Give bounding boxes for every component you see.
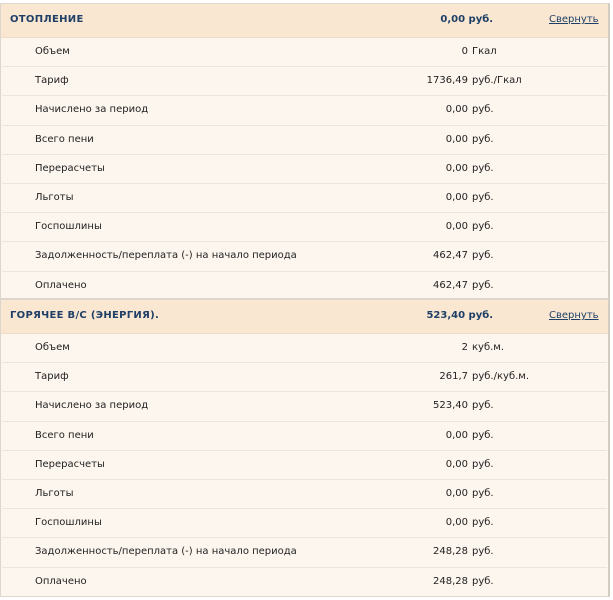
row-unit: Гкал <box>472 46 497 57</box>
detail-row-volume: Объем 2 куб.м. <box>2 334 607 364</box>
section-header: ГОРЯЧЕЕ В/С (ЭНЕРГИЯ). 523,40 руб. Сверн… <box>1 300 608 334</box>
row-label: Начислено за период <box>35 104 149 116</box>
row-unit: руб. <box>472 429 494 441</box>
row-value: 0,00 <box>445 487 468 499</box>
detail-row-benefits: Льготы 0,00 руб. <box>2 184 607 214</box>
detail-row-recalculations: Перерасчеты 0,00 руб. <box>2 451 607 480</box>
service-section-hot-water: ГОРЯЧЕЕ В/С (ЭНЕРГИЯ). 523,40 руб. Сверн… <box>0 299 610 597</box>
collapse-link[interactable]: Свернуть <box>549 310 599 321</box>
service-section-heating: ОТОПЛЕНИЕ 0,00 руб. Свернуть Объем 0 Гка… <box>0 3 610 299</box>
row-value: 261,7 <box>439 371 468 383</box>
section-title: ГОРЯЧЕЕ В/С (ЭНЕРГИЯ). <box>10 310 160 321</box>
row-value: 462,47 <box>433 279 468 291</box>
detail-row-paid: Оплачено 462,47 руб. <box>2 272 607 300</box>
row-unit: руб. <box>472 546 494 558</box>
row-unit: руб. <box>472 279 494 291</box>
row-label: Госпошлины <box>35 221 102 233</box>
detail-rows: Объем 2 куб.м. Тариф 261,7 руб./куб.м. Н… <box>1 334 608 596</box>
row-value: 0,00 <box>445 162 468 174</box>
row-unit: руб. <box>472 575 494 587</box>
row-label: Задолженность/переплата (-) на начало пе… <box>35 250 297 262</box>
row-label: Тариф <box>35 75 69 87</box>
row-unit: руб. <box>472 191 494 203</box>
detail-row-recalculations: Перерасчеты 0,00 руб. <box>2 155 607 184</box>
row-value: 0 <box>461 46 468 57</box>
row-unit: руб. <box>472 250 494 262</box>
row-unit: руб. <box>472 487 494 499</box>
section-header: ОТОПЛЕНИЕ 0,00 руб. Свернуть <box>1 4 608 38</box>
row-value: 2 <box>461 342 468 353</box>
row-label: Перерасчеты <box>35 162 105 174</box>
row-label: Начислено за период <box>35 400 149 412</box>
row-label: Оплачено <box>35 279 87 291</box>
row-value: 248,28 <box>433 575 468 587</box>
row-value: 0,00 <box>445 517 468 529</box>
row-value: 1736,49 <box>426 75 468 87</box>
row-unit: руб. <box>472 458 494 470</box>
section-total: 0,00 руб. <box>440 14 493 25</box>
row-label: Госпошлины <box>35 517 102 529</box>
section-total: 523,40 руб. <box>426 310 493 321</box>
row-label: Оплачено <box>35 575 87 587</box>
row-unit: руб. <box>472 517 494 529</box>
row-label: Объем <box>35 46 70 57</box>
row-value: 462,47 <box>433 250 468 262</box>
row-value: 0,00 <box>445 133 468 145</box>
row-unit: руб./куб.м. <box>472 371 530 383</box>
detail-rows: Объем 0 Гкал Тариф 1736,49 руб./Гкал Нач… <box>1 38 608 300</box>
detail-row-opening-balance: Задолженность/переплата (-) на начало пе… <box>2 242 607 272</box>
detail-row-fees: Госпошлины 0,00 руб. <box>2 509 607 539</box>
row-unit: руб. <box>472 400 494 412</box>
detail-row-fees: Госпошлины 0,00 руб. <box>2 213 607 243</box>
row-label: Перерасчеты <box>35 458 105 470</box>
detail-row-paid: Оплачено 248,28 руб. <box>2 568 607 596</box>
row-unit: руб./Гкал <box>472 75 522 87</box>
detail-row-penalties: Всего пени 0,00 руб. <box>2 126 607 155</box>
row-value: 0,00 <box>445 458 468 470</box>
row-label: Всего пени <box>35 429 94 441</box>
detail-row-penalties: Всего пени 0,00 руб. <box>2 422 607 451</box>
row-value: 523,40 <box>433 400 468 412</box>
row-unit: куб.м. <box>472 342 505 353</box>
row-label: Льготы <box>35 487 74 499</box>
row-unit: руб. <box>472 133 494 145</box>
row-label: Льготы <box>35 191 74 203</box>
collapse-link[interactable]: Свернуть <box>549 14 599 25</box>
detail-row-tariff: Тариф 1736,49 руб./Гкал <box>2 67 607 97</box>
row-unit: руб. <box>472 162 494 174</box>
row-value: 0,00 <box>445 104 468 116</box>
row-label: Всего пени <box>35 133 94 145</box>
detail-row-tariff: Тариф 261,7 руб./куб.м. <box>2 363 607 393</box>
row-value: 248,28 <box>433 546 468 558</box>
detail-row-volume: Объем 0 Гкал <box>2 38 607 68</box>
row-value: 0,00 <box>445 429 468 441</box>
row-value: 0,00 <box>445 191 468 203</box>
detail-row-benefits: Льготы 0,00 руб. <box>2 480 607 510</box>
row-label: Задолженность/переплата (-) на начало пе… <box>35 546 297 558</box>
detail-row-charged: Начислено за период 0,00 руб. <box>2 96 607 126</box>
detail-row-opening-balance: Задолженность/переплата (-) на начало пе… <box>2 538 607 568</box>
row-value: 0,00 <box>445 221 468 233</box>
row-unit: руб. <box>472 104 494 116</box>
row-label: Объем <box>35 342 70 353</box>
row-unit: руб. <box>472 221 494 233</box>
row-label: Тариф <box>35 371 69 383</box>
section-title: ОТОПЛЕНИЕ <box>10 14 84 25</box>
detail-row-charged: Начислено за период 523,40 руб. <box>2 392 607 422</box>
